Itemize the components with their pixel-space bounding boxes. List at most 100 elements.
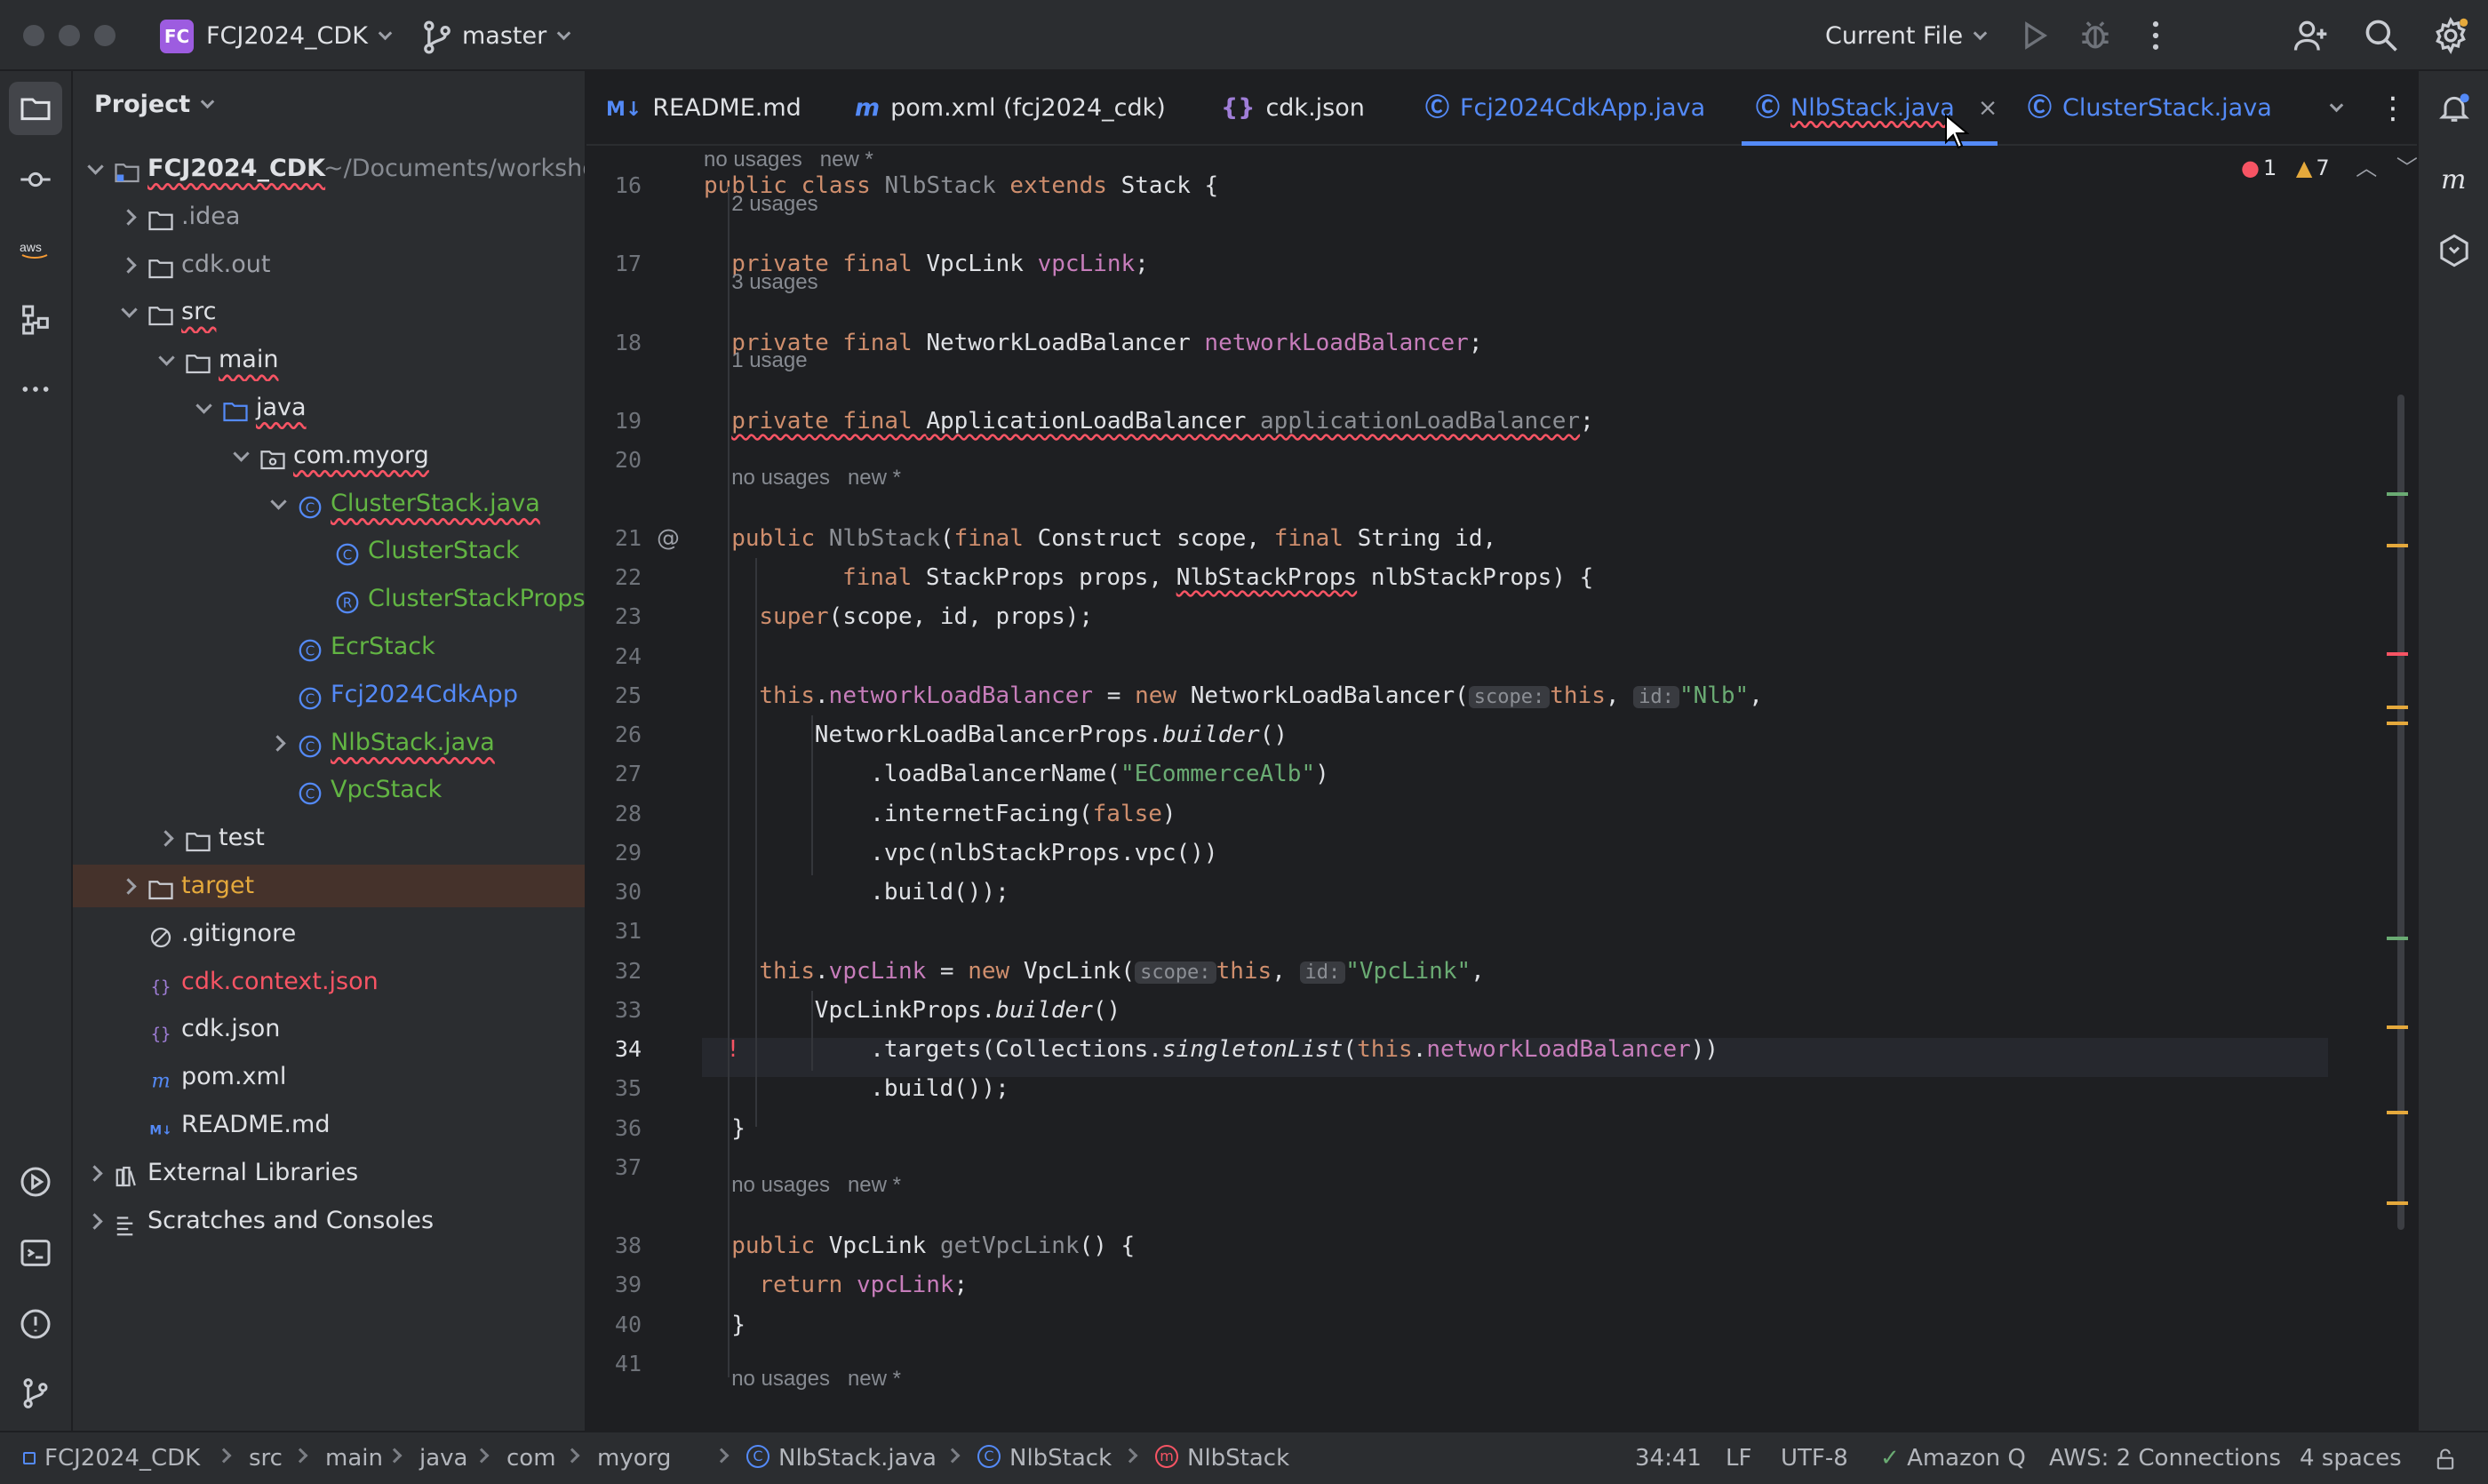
problems-icon[interactable] — [9, 1297, 62, 1351]
line-separator[interactable]: LF — [1726, 1432, 1751, 1484]
run-config-selector[interactable]: Current File — [1825, 20, 1988, 53]
breadcrumb-project[interactable]: FCJ2024_CDK — [23, 1432, 200, 1484]
amazon-q-icon[interactable] — [2431, 227, 2477, 274]
aws-connections[interactable]: AWS: 2 Connections — [2049, 1432, 2281, 1484]
breadcrumb-java[interactable]: java — [419, 1432, 467, 1484]
chevron-right-icon[interactable] — [116, 195, 142, 238]
minimize-window-button[interactable] — [59, 25, 80, 46]
close-window-button[interactable] — [23, 25, 44, 46]
tree-file-cdk-json[interactable]: {} cdk.json — [73, 1008, 585, 1050]
project-panel-header[interactable]: Project — [94, 91, 215, 118]
tab-more-icon[interactable]: ⋮ — [2378, 71, 2408, 146]
aws-icon[interactable]: aws — [9, 222, 62, 275]
tab-cdk-json[interactable]: {} cdk.json — [1221, 71, 1365, 146]
chevron-down-icon[interactable] — [116, 291, 142, 333]
tree-folder-test[interactable]: test — [73, 817, 585, 859]
branch-switcher[interactable]: master — [462, 20, 571, 53]
chevron-down-icon[interactable] — [190, 387, 217, 429]
indent-setting[interactable]: 4 spaces — [2300, 1432, 2402, 1484]
tree-class-fcj2024cdkapp[interactable]: C Fcj2024CdkApp — [73, 674, 585, 716]
usage-hint[interactable]: 3 usages — [731, 265, 817, 300]
project-badge[interactable]: FC — [160, 20, 194, 53]
terminal-icon[interactable] — [9, 1226, 62, 1280]
breadcrumb-com[interactable]: com — [506, 1432, 556, 1484]
tab-clusterstack[interactable]: Ⓒ ClusterStack.java — [2028, 71, 2272, 146]
chevron-right-icon[interactable] — [82, 1152, 108, 1194]
more-tools-icon[interactable] — [9, 363, 62, 416]
tree-class-vpcstack[interactable]: C VpcStack — [73, 769, 585, 811]
services-icon[interactable] — [9, 1155, 62, 1209]
more-actions-icon[interactable] — [2136, 16, 2175, 55]
tree-file-readme[interactable]: M↓ README.md — [73, 1104, 585, 1146]
tree-folder-cdk-out[interactable]: cdk.out — [73, 243, 585, 286]
chevron-down-icon[interactable] — [265, 483, 291, 525]
code-line: .loadBalancerName("ECommerceAlb") — [870, 754, 1329, 794]
scroll-thumb[interactable] — [2397, 395, 2404, 1230]
tree-class-ecrstack[interactable]: C EcrStack — [73, 626, 585, 668]
caret-position[interactable]: 34:41 — [1635, 1432, 1702, 1484]
code-token: builder — [995, 997, 1093, 1024]
chevron-down-icon[interactable] — [227, 435, 254, 477]
tree-external-libraries[interactable]: External Libraries — [73, 1152, 585, 1194]
chevron-right-icon[interactable] — [116, 865, 142, 907]
structure-icon[interactable] — [9, 293, 62, 347]
editor-scrollbar[interactable] — [2364, 146, 2417, 1431]
amazon-q-status[interactable]: ✓ Amazon Q — [1880, 1432, 2026, 1484]
run-config-label: Current File — [1825, 22, 1964, 50]
tree-folder-main[interactable]: main — [73, 339, 585, 381]
override-gutter-icon[interactable]: @ — [654, 519, 682, 558]
usage-hint[interactable]: 2 usages — [731, 187, 817, 222]
tree-package-com-myorg[interactable]: com.myorg — [73, 435, 585, 477]
tree-folder-idea[interactable]: .idea — [73, 195, 585, 238]
tree-folder-target[interactable]: target — [73, 865, 585, 907]
breadcrumb-main[interactable]: main — [325, 1432, 383, 1484]
tab-pom[interactable]: m pom.xml (fcj2024_cdk) — [855, 71, 1166, 146]
tree-folder-java[interactable]: java — [73, 387, 585, 429]
chevron-down-icon[interactable] — [153, 339, 179, 381]
breadcrumb-method[interactable]: m NlbStack — [1155, 1432, 1289, 1484]
usage-hint[interactable]: no usages new * — [731, 1361, 901, 1397]
breadcrumb-file[interactable]: C NlbStack.java — [746, 1432, 937, 1484]
project-tool-icon[interactable] — [9, 82, 62, 135]
chevron-right-icon[interactable] — [116, 243, 142, 286]
tree-file-clusterstack-java[interactable]: C ClusterStack.java — [73, 483, 585, 525]
debug-icon[interactable] — [2076, 16, 2115, 55]
run-icon[interactable] — [2015, 16, 2054, 55]
tab-list-chevron[interactable] — [2325, 71, 2360, 146]
tree-scratches[interactable]: Scratches and Consoles — [73, 1200, 585, 1242]
tab-readme[interactable]: M↓ README.md — [606, 71, 801, 146]
chevron-down-icon[interactable] — [82, 148, 108, 190]
code-token: ; — [1580, 408, 1594, 435]
tab-fcj2024cdkapp[interactable]: Ⓒ Fcj2024CdkApp.java — [1425, 71, 1705, 146]
breadcrumb-myorg[interactable]: myorg — [597, 1432, 671, 1484]
maven-tool-icon[interactable]: m — [2431, 156, 2477, 203]
chevron-right-icon[interactable] — [153, 817, 179, 859]
tree-root[interactable]: FCJ2024_CDK ~/Documents/worksho — [73, 148, 585, 190]
chevron-right-icon[interactable] — [265, 722, 291, 764]
code-with-me-icon[interactable] — [2291, 16, 2330, 55]
tree-file-cdk-context-json[interactable]: {} cdk.context.json — [73, 961, 585, 1003]
tree-file-pom-xml[interactable]: m pom.xml — [73, 1056, 585, 1098]
breadcrumb-class[interactable]: C NlbStack — [977, 1432, 1112, 1484]
close-tab-icon[interactable]: × — [1978, 94, 1998, 122]
file-encoding[interactable]: UTF-8 — [1781, 1432, 1848, 1484]
tree-record-clusterstackprops[interactable]: R ClusterStackProps — [73, 578, 585, 620]
settings-icon[interactable] — [2431, 16, 2470, 55]
code-area[interactable]: no usages new * public class NlbStack ext… — [702, 146, 2360, 1431]
tree-file-nlbstack-java[interactable]: C NlbStack.java — [73, 722, 585, 764]
breadcrumb-src[interactable]: src — [249, 1432, 283, 1484]
zoom-window-button[interactable] — [94, 25, 116, 46]
commit-icon[interactable] — [9, 153, 62, 206]
search-icon[interactable] — [2362, 16, 2401, 55]
usage-hint[interactable]: 1 usage — [731, 343, 807, 379]
usage-hint[interactable]: no usages new * — [731, 460, 901, 496]
chevron-right-icon[interactable] — [82, 1200, 108, 1242]
usage-hint[interactable]: no usages new * — [731, 1168, 901, 1203]
tree-file-gitignore[interactable]: .gitignore — [73, 913, 585, 955]
project-switcher[interactable]: FCJ2024_CDK — [206, 20, 393, 53]
git-icon[interactable] — [9, 1367, 62, 1420]
notifications-icon[interactable] — [2431, 85, 2477, 132]
tree-folder-src[interactable]: src — [73, 291, 585, 333]
tree-class-clusterstack[interactable]: C ClusterStack — [73, 530, 585, 572]
read-only-lock-icon[interactable] — [2433, 1432, 2458, 1484]
